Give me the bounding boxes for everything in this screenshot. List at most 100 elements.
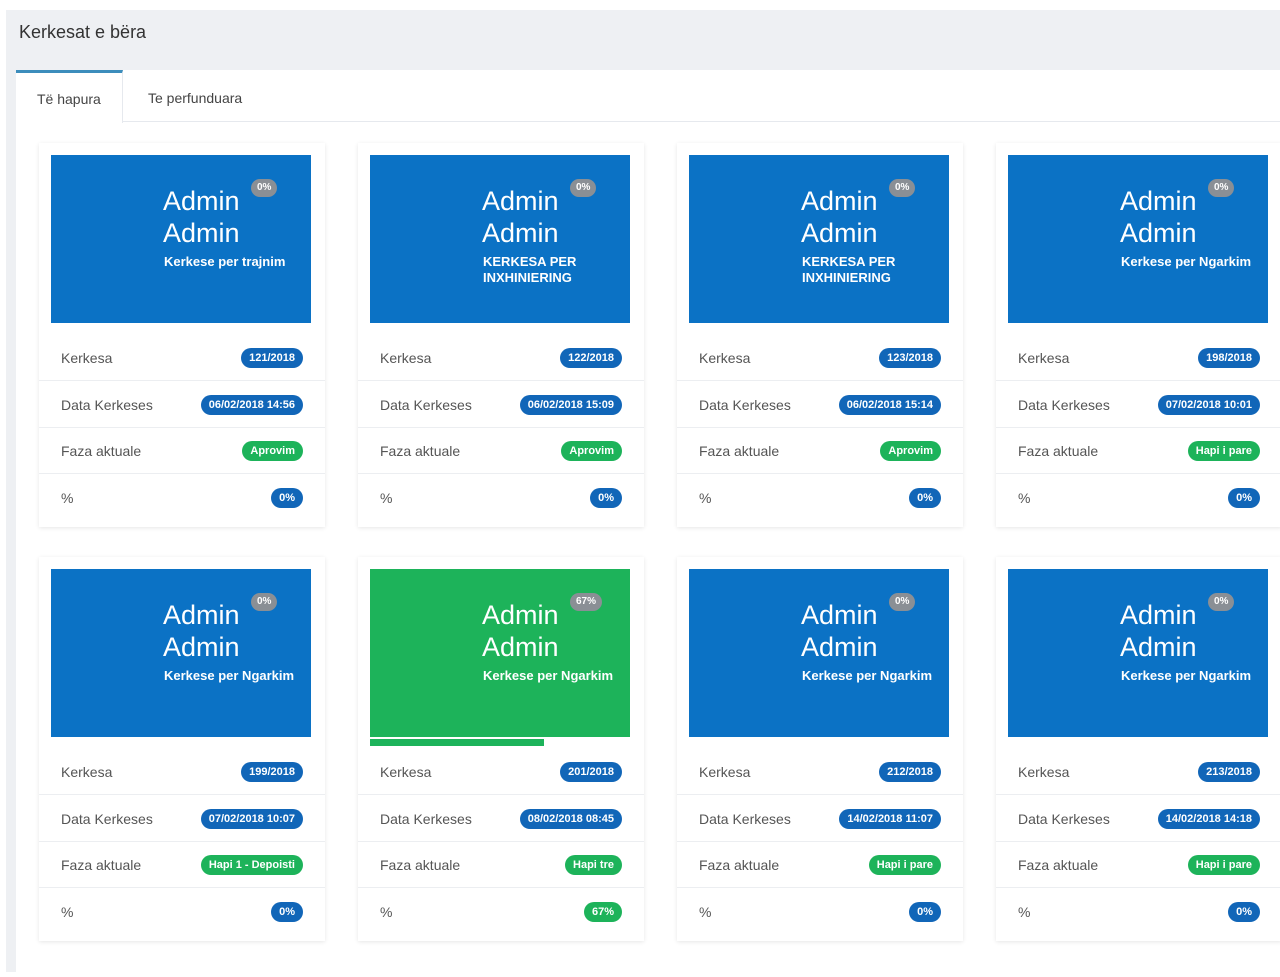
divider bbox=[39, 794, 325, 795]
request-date-badge: 08/02/2018 08:45 bbox=[519, 809, 622, 829]
divider bbox=[358, 841, 644, 842]
divider bbox=[996, 427, 1280, 428]
requester-name: Admin Admin bbox=[163, 185, 240, 249]
row-kerkesa: Kerkesa 122/2018 bbox=[380, 348, 630, 368]
row-data: Data Kerkeses 07/02/2018 10:01 bbox=[1018, 395, 1268, 415]
row-label-kerkesa: Kerkesa bbox=[61, 350, 113, 366]
percent-badge: 0% bbox=[590, 488, 622, 508]
request-card[interactable]: Admin Admin Kerkese per trajnim 0% Kerke… bbox=[39, 143, 325, 527]
divider bbox=[39, 427, 325, 428]
divider bbox=[358, 794, 644, 795]
request-type: Kerkese per Ngarkim bbox=[802, 668, 933, 683]
row-faza: Faza aktuale Hapi i pare bbox=[699, 855, 949, 875]
request-type: Kerkese per Ngarkim bbox=[1121, 254, 1252, 269]
requester-first-name: Admin bbox=[1120, 600, 1197, 630]
row-faza: Faza aktuale Hapi tre bbox=[380, 855, 630, 875]
row-label-data: Data Kerkeses bbox=[1018, 811, 1110, 827]
tab-completed[interactable]: Te perfunduara bbox=[148, 70, 242, 122]
request-type: KERKESA PER INXHINIERING bbox=[483, 254, 577, 285]
percent-badge: 0% bbox=[909, 488, 941, 508]
request-type: Kerkese per Ngarkim bbox=[1121, 668, 1252, 683]
divider bbox=[39, 841, 325, 842]
request-date-badge: 06/02/2018 15:09 bbox=[519, 395, 622, 415]
request-card[interactable]: Admin Admin Kerkese per Ngarkim 0% Kerke… bbox=[996, 143, 1280, 527]
row-label-data: Data Kerkeses bbox=[380, 397, 472, 413]
row-data: Data Kerkeses 06/02/2018 15:14 bbox=[699, 395, 949, 415]
row-label-faza: Faza aktuale bbox=[1018, 443, 1099, 459]
request-number-badge: 122/2018 bbox=[560, 348, 622, 368]
progress-bar bbox=[370, 739, 544, 746]
phase-badge: Aprovim bbox=[242, 441, 303, 461]
tab-bar: Të hapura Te perfunduara bbox=[16, 70, 1280, 123]
percent-badge: 0% bbox=[1228, 902, 1260, 922]
row-kerkesa: Kerkesa 121/2018 bbox=[61, 348, 311, 368]
request-number-badge: 213/2018 bbox=[1198, 762, 1260, 782]
request-card[interactable]: Admin Admin KERKESA PER INXHINIERING 0% … bbox=[677, 143, 963, 527]
row-label-faza: Faza aktuale bbox=[380, 857, 461, 873]
divider bbox=[996, 380, 1280, 381]
percent-badge: 0% bbox=[1228, 488, 1260, 508]
row-percent: % 0% bbox=[699, 488, 949, 508]
row-data: Data Kerkeses 14/02/2018 14:18 bbox=[1018, 809, 1268, 829]
request-date-badge: 07/02/2018 10:07 bbox=[200, 809, 303, 829]
requester-first-name: Admin bbox=[163, 186, 240, 216]
requester-first-name: Admin bbox=[482, 600, 559, 630]
progress-badge: 0% bbox=[1208, 593, 1235, 611]
request-card[interactable]: Admin Admin Kerkese per Ngarkim 0% Kerke… bbox=[996, 557, 1280, 941]
progress-badge: 67% bbox=[570, 593, 603, 611]
page-title: Kerkesat e bëra bbox=[19, 22, 147, 42]
requester-last-name: Admin bbox=[163, 218, 240, 248]
divider bbox=[677, 841, 963, 842]
request-type: Kerkese per trajnim bbox=[164, 254, 286, 269]
divider bbox=[39, 887, 325, 888]
requests-panel: Të hapura Te perfunduara Admin Admin Ker… bbox=[16, 70, 1280, 972]
row-percent: % 0% bbox=[1018, 488, 1268, 508]
row-label-faza: Faza aktuale bbox=[61, 443, 142, 459]
divider bbox=[39, 380, 325, 381]
row-label-data: Data Kerkeses bbox=[699, 397, 791, 413]
request-type: Kerkese per Ngarkim bbox=[164, 668, 295, 683]
row-label-percent: % bbox=[699, 490, 712, 506]
requester-last-name: Admin bbox=[801, 632, 878, 662]
row-label-data: Data Kerkeses bbox=[699, 811, 791, 827]
phase-badge: Hapi i pare bbox=[868, 855, 941, 875]
requester-first-name: Admin bbox=[163, 600, 240, 630]
row-label-percent: % bbox=[61, 490, 74, 506]
divider bbox=[677, 794, 963, 795]
row-label-data: Data Kerkeses bbox=[61, 811, 153, 827]
request-card[interactable]: Admin Admin Kerkese per Ngarkim 0% Kerke… bbox=[39, 557, 325, 941]
phase-badge: Aprovim bbox=[561, 441, 622, 461]
request-card[interactable]: Admin Admin KERKESA PER INXHINIERING 0% … bbox=[358, 143, 644, 527]
tab-open[interactable]: Të hapura bbox=[16, 70, 123, 123]
request-date-badge: 06/02/2018 14:56 bbox=[200, 395, 303, 415]
row-label-kerkesa: Kerkesa bbox=[699, 350, 751, 366]
row-label-percent: % bbox=[61, 904, 74, 920]
request-number-badge: 123/2018 bbox=[879, 348, 941, 368]
row-kerkesa: Kerkesa 123/2018 bbox=[699, 348, 949, 368]
progress-badge: 0% bbox=[251, 179, 278, 197]
requester-first-name: Admin bbox=[482, 186, 559, 216]
requester-last-name: Admin bbox=[482, 218, 559, 248]
requester-name: Admin Admin bbox=[1120, 185, 1197, 249]
divider bbox=[677, 380, 963, 381]
row-label-kerkesa: Kerkesa bbox=[699, 764, 751, 780]
requester-name: Admin Admin bbox=[801, 599, 878, 663]
row-data: Data Kerkeses 06/02/2018 15:09 bbox=[380, 395, 630, 415]
row-label-kerkesa: Kerkesa bbox=[380, 764, 432, 780]
row-label-percent: % bbox=[1018, 490, 1031, 506]
request-card[interactable]: Admin Admin Kerkese per Ngarkim 67% Kerk… bbox=[358, 557, 644, 941]
phase-badge: Hapi i pare bbox=[1187, 441, 1260, 461]
row-label-data: Data Kerkeses bbox=[380, 811, 472, 827]
row-data: Data Kerkeses 14/02/2018 11:07 bbox=[699, 809, 949, 829]
requester-name: Admin Admin bbox=[482, 185, 559, 249]
row-faza: Faza aktuale Hapi i pare bbox=[1018, 855, 1268, 875]
divider bbox=[996, 841, 1280, 842]
requester-first-name: Admin bbox=[1120, 186, 1197, 216]
request-date-badge: 06/02/2018 15:14 bbox=[838, 395, 941, 415]
requester-last-name: Admin bbox=[1120, 632, 1197, 662]
request-card[interactable]: Admin Admin Kerkese per Ngarkim 0% Kerke… bbox=[677, 557, 963, 941]
row-label-kerkesa: Kerkesa bbox=[61, 764, 113, 780]
row-label-faza: Faza aktuale bbox=[380, 443, 461, 459]
divider bbox=[358, 380, 644, 381]
row-label-percent: % bbox=[699, 904, 712, 920]
